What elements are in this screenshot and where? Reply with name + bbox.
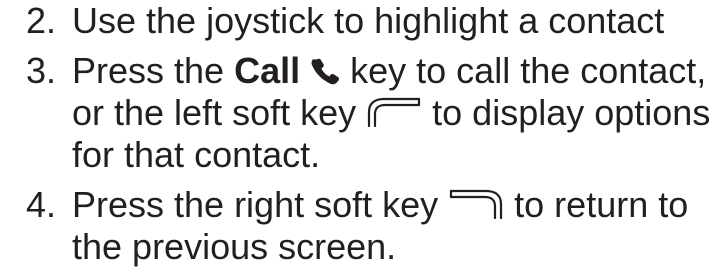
step-3: 3. Press the Call key to call the contac… [26, 50, 716, 176]
step-2: 2. Use the joystick to highlight a conta… [26, 0, 716, 42]
step-text-segment: Press the right soft key [72, 184, 449, 225]
phone-handset-icon [310, 50, 340, 92]
instruction-steps: 2. Use the joystick to highlight a conta… [26, 0, 716, 268]
step-text: Use the joystick to highlight a contact [72, 0, 665, 41]
step-number: 3. [26, 50, 57, 91]
step-text: Press the right soft key to return to th… [72, 184, 716, 268]
step-number: 2. [26, 0, 57, 41]
call-key-label: Call [234, 50, 301, 91]
left-soft-key-icon [366, 92, 422, 134]
step-4: 4. Press the right soft key to return to… [26, 184, 716, 268]
step-number: 4. [26, 184, 57, 225]
step-text: Press the Call key to call the contact, … [72, 50, 716, 176]
right-soft-key-icon [448, 184, 504, 226]
step-text-segment: Press the [72, 50, 235, 91]
